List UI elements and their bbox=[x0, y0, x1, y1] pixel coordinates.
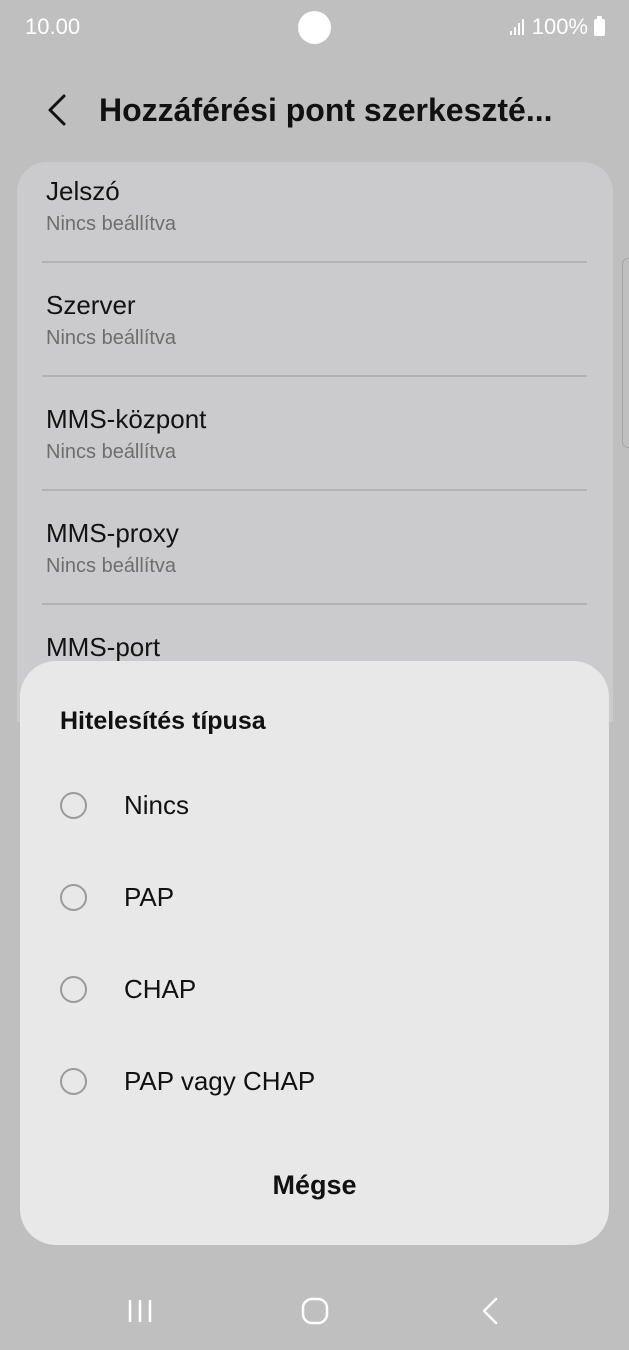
option-chap[interactable]: CHAP bbox=[60, 959, 560, 1019]
option-label: PAP bbox=[124, 881, 175, 912]
option-label: PAP vagy CHAP bbox=[124, 1065, 316, 1096]
option-pap[interactable]: PAP bbox=[60, 867, 560, 927]
setting-item-mms-proxy[interactable]: MMS-proxy Nincs beállítva bbox=[46, 518, 586, 578]
setting-title: MMS-port bbox=[46, 632, 161, 662]
radio-button[interactable] bbox=[60, 975, 87, 1003]
signal-icon bbox=[509, 19, 524, 35]
home-icon[interactable] bbox=[301, 1297, 329, 1325]
setting-item-password[interactable]: Jelszó Nincs beállítva bbox=[46, 176, 586, 236]
back-arrow-icon[interactable] bbox=[42, 92, 74, 128]
divider bbox=[42, 489, 587, 491]
divider bbox=[42, 603, 587, 605]
battery-icon bbox=[594, 15, 605, 36]
radio-button[interactable] bbox=[60, 883, 87, 911]
option-label: Nincs bbox=[124, 789, 190, 820]
setting-subtitle: Nincs beállítva bbox=[46, 555, 177, 577]
setting-title: Szerver bbox=[46, 290, 136, 320]
option-none[interactable]: Nincs bbox=[60, 775, 560, 835]
divider bbox=[42, 261, 587, 263]
setting-title: Jelszó bbox=[46, 176, 120, 206]
radio-button[interactable] bbox=[60, 791, 87, 819]
setting-subtitle: Nincs beállítva bbox=[46, 213, 177, 235]
scroll-handle[interactable] bbox=[622, 258, 629, 448]
page-title: Hozzáférési pont szerkeszté... bbox=[99, 92, 553, 128]
dialog-title: Hitelesítés típusa bbox=[60, 707, 266, 735]
camera-cutout bbox=[298, 11, 331, 44]
setting-title: MMS-központ bbox=[46, 404, 207, 434]
setting-subtitle: Nincs beállítva bbox=[46, 327, 177, 349]
auth-type-dialog: Hitelesítés típusa Nincs PAP CHAP PAP va… bbox=[20, 661, 609, 1245]
status-bar: 10.00 100% bbox=[0, 0, 629, 56]
option-pap-or-chap[interactable]: PAP vagy CHAP bbox=[60, 1051, 560, 1111]
setting-title: MMS-proxy bbox=[46, 518, 179, 548]
radio-button[interactable] bbox=[60, 1067, 87, 1095]
divider bbox=[42, 375, 587, 377]
setting-subtitle: Nincs beállítva bbox=[46, 441, 177, 463]
settings-list: Jelszó Nincs beállítva Szerver Nincs beá… bbox=[17, 162, 613, 722]
setting-item-server[interactable]: Szerver Nincs beállítva bbox=[46, 290, 586, 350]
option-label: CHAP bbox=[124, 973, 197, 1004]
recents-icon[interactable] bbox=[127, 1299, 153, 1323]
navigation-bar bbox=[0, 1270, 629, 1350]
cancel-button[interactable]: Mégse bbox=[20, 1157, 609, 1213]
status-indicators: 100% bbox=[509, 14, 605, 40]
app-header: Hozzáférési pont szerkeszté... bbox=[0, 78, 629, 144]
setting-item-mms-center[interactable]: MMS-központ Nincs beállítva bbox=[46, 404, 586, 464]
back-icon[interactable] bbox=[480, 1297, 500, 1325]
status-time: 10.00 bbox=[25, 14, 81, 39]
setting-item-mms-port[interactable]: MMS-port bbox=[46, 632, 586, 663]
battery-percent: 100% bbox=[531, 14, 588, 39]
